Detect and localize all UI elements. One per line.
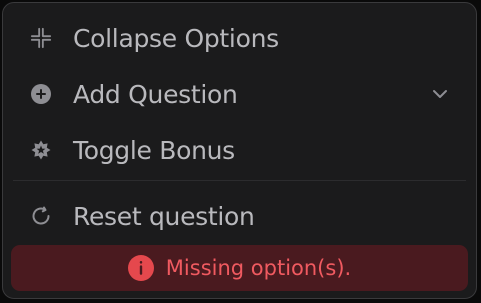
menu-item-label: Toggle Bonus: [73, 135, 235, 165]
menu-item-add-question[interactable]: Add Question: [3, 69, 476, 119]
reset-icon: [30, 205, 52, 227]
menu-item-collapse-options[interactable]: Collapse Options: [3, 13, 476, 63]
menu-divider: [13, 180, 466, 181]
error-banner: Missing option(s).: [11, 245, 468, 291]
menu-item-reset-question[interactable]: Reset question: [3, 191, 476, 241]
menu-item-label: Collapse Options: [73, 23, 279, 53]
menu-item-toggle-bonus[interactable]: Toggle Bonus: [3, 125, 476, 175]
options-menu: Collapse Options Add Question Toggle Bon…: [2, 2, 477, 299]
error-message: Missing option(s).: [165, 256, 352, 280]
collapse-icon: [30, 27, 52, 49]
info-icon: [127, 255, 154, 281]
plus-circle-icon: [30, 83, 52, 105]
star-badge-icon: [30, 139, 52, 161]
menu-item-label: Add Question: [73, 79, 238, 109]
chevron-down-icon[interactable]: [429, 83, 451, 105]
menu-item-label: Reset question: [73, 201, 255, 231]
